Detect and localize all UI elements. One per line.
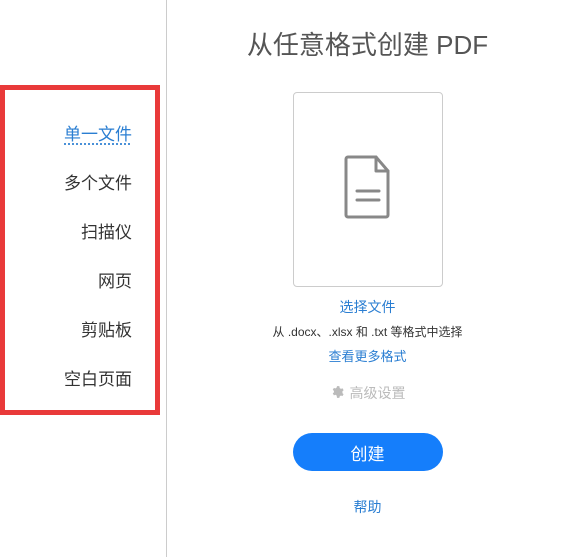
sidebar-item-multiple-files[interactable]: 多个文件 (5, 169, 140, 194)
sidebar-item-webpage[interactable]: 网页 (5, 267, 140, 292)
main-panel: 从任意格式创建 PDF 选择文件 从 .docx、.xlsx 和 .txt 等格… (160, 0, 575, 557)
sidebar-item-single-file[interactable]: 单一文件 (5, 120, 140, 145)
advanced-settings-label: 高级设置 (350, 383, 406, 403)
document-icon (342, 155, 394, 224)
select-file-link[interactable]: 选择文件 (340, 297, 396, 317)
sidebar-item-scanner[interactable]: 扫描仪 (5, 218, 140, 243)
sidebar-item-blank-page[interactable]: 空白页面 (5, 365, 140, 390)
advanced-settings-link[interactable]: 高级设置 (330, 383, 406, 403)
gear-icon (330, 385, 344, 402)
create-button[interactable]: 创建 (293, 433, 443, 471)
sidebar-item-clipboard[interactable]: 剪贴板 (5, 316, 140, 341)
help-link[interactable]: 帮助 (354, 497, 382, 517)
more-formats-link[interactable]: 查看更多格式 (328, 346, 406, 365)
format-hint-text: 从 .docx、.xlsx 和 .txt 等格式中选择 (272, 323, 462, 340)
sidebar: 单一文件 多个文件 扫描仪 网页 剪贴板 空白页面 (0, 85, 160, 415)
page-title: 从任意格式创建 PDF (247, 25, 488, 62)
file-dropzone[interactable] (293, 92, 443, 287)
vertical-divider (166, 0, 167, 557)
